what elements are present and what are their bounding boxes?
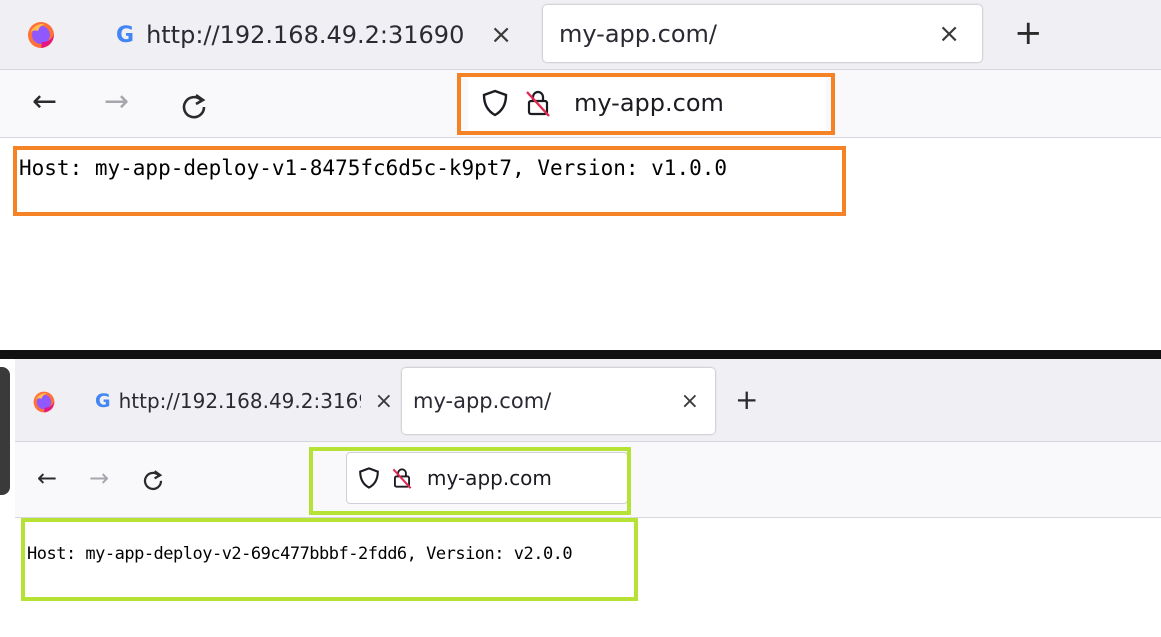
google-g-icon: G bbox=[95, 390, 111, 412]
shield-icon[interactable] bbox=[357, 466, 381, 490]
dock-sidebar bbox=[0, 359, 15, 637]
tab-my-app[interactable]: my-app.com/ × bbox=[543, 5, 982, 62]
forward-button[interactable]: → bbox=[89, 464, 109, 492]
browser-window-v2: G http://192.168.49.2:31690 × my-app.com… bbox=[15, 359, 1161, 637]
page-content: Host: my-app-deploy-v1-8475fc6d5c-k9pt7,… bbox=[0, 138, 1161, 350]
forward-button[interactable]: → bbox=[104, 84, 129, 119]
url-bar[interactable]: my-app.com bbox=[346, 452, 628, 504]
tab-my-app[interactable]: my-app.com/ × bbox=[402, 368, 715, 434]
tab-ip-address[interactable]: G http://192.168.49.2:31690 × bbox=[77, 373, 397, 429]
tab-strip: G http://192.168.49.2:31690 × my-app.com… bbox=[0, 0, 1161, 70]
page-content: Host: my-app-deploy-v2-69c477bbbf-2fdd6,… bbox=[15, 518, 1161, 637]
strikethrough-lock-icon[interactable] bbox=[524, 88, 552, 118]
tab-label: http://192.168.49.2:31690 bbox=[118, 389, 361, 413]
reload-icon[interactable] bbox=[179, 91, 209, 121]
strikethrough-lock-icon[interactable] bbox=[391, 465, 413, 491]
close-icon[interactable]: × bbox=[938, 19, 960, 49]
shield-icon[interactable] bbox=[480, 88, 510, 118]
tab-label: http://192.168.49.2:31690 bbox=[146, 21, 465, 49]
url-bar[interactable]: my-app.com bbox=[468, 75, 826, 131]
back-button[interactable]: ← bbox=[32, 84, 57, 119]
reload-icon[interactable] bbox=[141, 468, 165, 492]
back-button[interactable]: ← bbox=[37, 464, 57, 492]
host-version-text: Host: my-app-deploy-v1-8475fc6d5c-k9pt7,… bbox=[19, 156, 728, 180]
tab-strip: G http://192.168.49.2:31690 × my-app.com… bbox=[15, 359, 1161, 442]
dock-item bbox=[0, 367, 10, 495]
firefox-icon[interactable] bbox=[32, 390, 56, 414]
url-text[interactable]: my-app.com bbox=[574, 89, 724, 117]
nav-bar: ← → my-app.com bbox=[15, 442, 1161, 518]
google-g-icon: G bbox=[116, 22, 135, 48]
close-icon[interactable]: × bbox=[490, 20, 512, 50]
url-text[interactable]: my-app.com bbox=[427, 466, 552, 490]
close-icon[interactable]: × bbox=[375, 389, 393, 414]
window-divider bbox=[0, 350, 1161, 359]
host-version-text: Host: my-app-deploy-v2-69c477bbbf-2fdd6,… bbox=[27, 544, 573, 564]
new-tab-button[interactable]: + bbox=[1014, 13, 1043, 53]
tab-label: my-app.com/ bbox=[559, 19, 717, 48]
tab-label: my-app.com/ bbox=[413, 389, 552, 413]
nav-bar: ← → my-app.com bbox=[0, 70, 1161, 138]
browser-window-v1: G http://192.168.49.2:31690 × my-app.com… bbox=[0, 0, 1161, 350]
firefox-icon[interactable] bbox=[26, 20, 56, 50]
new-tab-button[interactable]: + bbox=[735, 383, 758, 416]
tab-ip-address[interactable]: G http://192.168.49.2:31690 × bbox=[104, 8, 522, 62]
close-icon[interactable]: × bbox=[681, 389, 699, 414]
